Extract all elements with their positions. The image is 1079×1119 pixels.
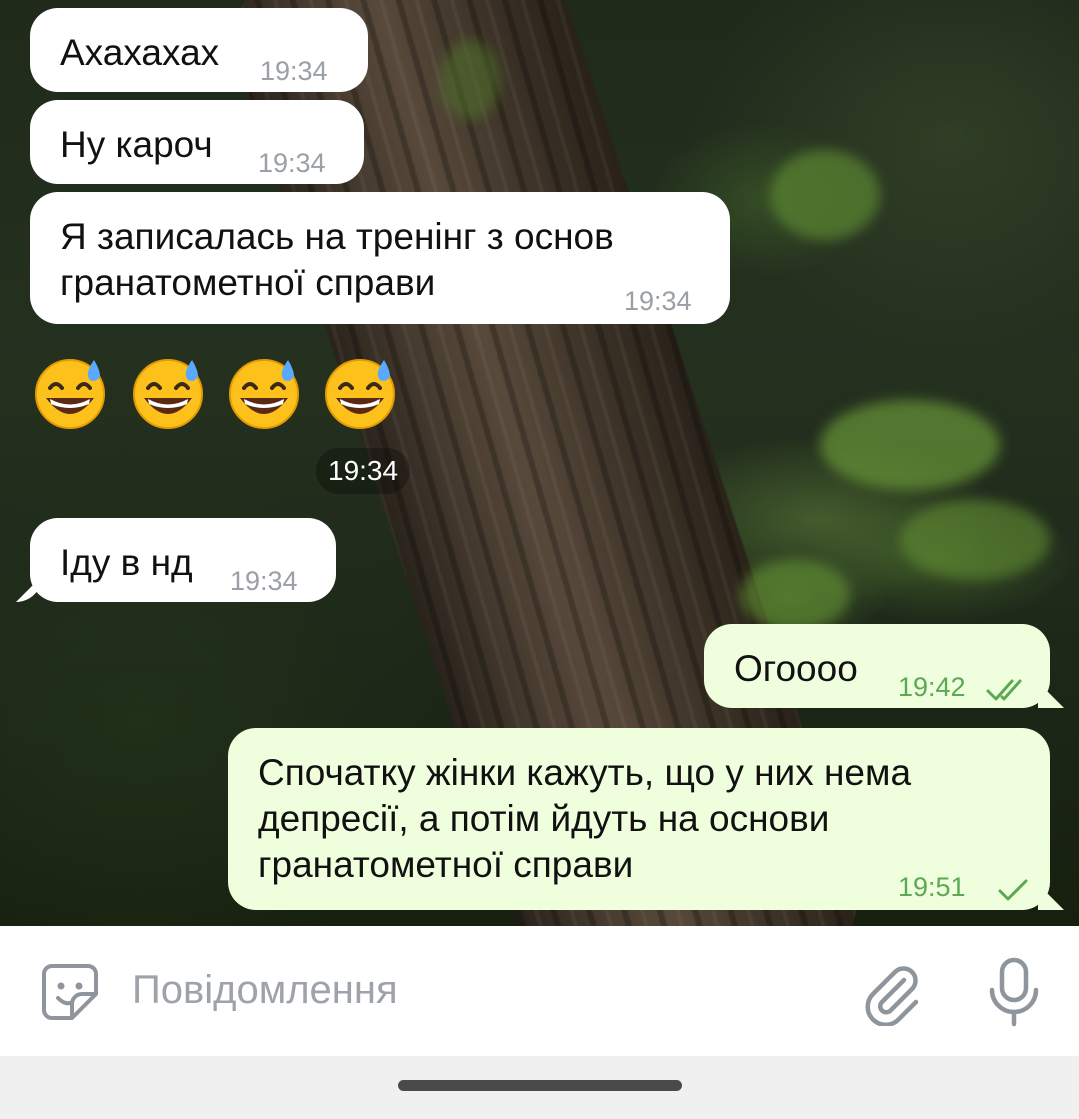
bubble-tail <box>1038 682 1064 708</box>
message-input[interactable] <box>132 968 812 1013</box>
check-icon <box>996 868 1030 914</box>
home-indicator[interactable] <box>398 1080 682 1091</box>
microphone-icon[interactable] <box>982 956 1046 1033</box>
message-bubble-outgoing[interactable]: Спочатку жінки кажуть, що у них нема деп… <box>228 728 1064 910</box>
grinning-sweat-emoji-icon <box>130 354 206 430</box>
grinning-sweat-emoji-icon <box>32 354 108 430</box>
message-bubble-outgoing[interactable]: Огоооо 19:42 <box>704 624 1064 708</box>
message-input-bar <box>0 926 1079 1056</box>
grinning-sweat-emoji-icon <box>226 354 302 430</box>
sticker-icon[interactable] <box>38 960 102 1029</box>
message-time: 19:34 <box>260 56 328 86</box>
bubble-tail <box>16 576 42 602</box>
paperclip-icon[interactable] <box>860 962 924 1031</box>
message-bubble-incoming[interactable]: Іду в нд 19:34 <box>16 518 336 602</box>
message-text-line: Я записалась на тренінг з основ <box>60 216 614 257</box>
message-text: Огоооо <box>734 648 858 689</box>
bubble-tail <box>1038 884 1064 910</box>
message-emoji-row[interactable] <box>32 354 412 434</box>
message-text-line: Спочатку жінки кажуть, що у них нема <box>258 752 912 793</box>
message-time: 19:34 <box>316 448 411 494</box>
message-time: 19:34 <box>230 566 298 596</box>
message-time: 19:34 <box>258 148 326 178</box>
wallpaper-moss <box>820 400 1000 490</box>
message-text: Іду в нд <box>60 542 193 583</box>
message-text: Ахахахах <box>60 32 220 73</box>
message-time: 19:42 <box>898 672 966 702</box>
message-text-line: депресії, а потім йдуть на основи <box>258 798 830 839</box>
message-time: 19:34 <box>624 286 692 316</box>
message-bubble-incoming[interactable]: Ахахахах 19:34 <box>30 8 368 92</box>
wallpaper-moss <box>770 150 880 240</box>
message-text: Ну кароч <box>60 124 213 165</box>
system-navigation-bar <box>0 1056 1079 1119</box>
grinning-sweat-emoji-icon <box>322 354 398 430</box>
wallpaper-moss <box>740 560 850 630</box>
message-bubble-incoming[interactable]: Ну кароч 19:34 <box>30 100 364 184</box>
message-bubble-incoming[interactable]: Я записалась на тренінг з основ гранатом… <box>30 192 730 324</box>
chat-area[interactable]: Ахахахах 19:34 Ну кароч 19:34 Я записала… <box>0 0 1079 926</box>
double-check-icon <box>986 668 1030 714</box>
message-time: 19:51 <box>898 872 966 902</box>
wallpaper-moss <box>900 500 1050 580</box>
message-text-line: гранатометної справи <box>60 262 436 303</box>
wallpaper-moss <box>440 40 500 120</box>
